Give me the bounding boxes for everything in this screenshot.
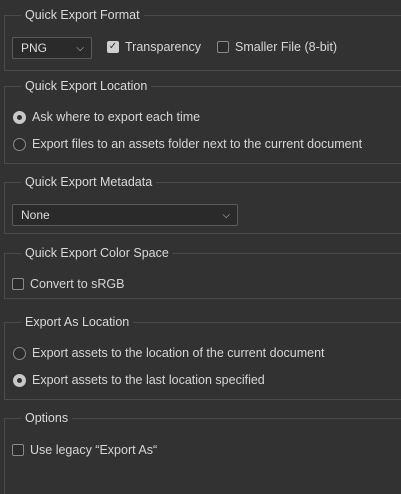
metadata-select-value: None [21,208,50,222]
export-as-location-title: Export As Location [21,315,134,330]
export-as-option-current-document-label: Export assets to the location of the cur… [32,346,325,360]
transparency-label: Transparency [125,40,201,54]
checkbox-unchecked-icon [12,444,24,456]
legacy-export-as-checkbox[interactable]: Use legacy “Export As“ [12,443,157,457]
chevron-down-icon: ⌵ [222,210,230,221]
smaller-file-label: Smaller File (8-bit) [235,40,338,54]
checkbox-unchecked-icon [217,41,229,53]
location-option-assets-folder-label: Export files to an assets folder next to… [32,137,363,151]
location-option-assets-folder[interactable]: Export files to an assets folder next to… [13,137,362,151]
radio-unselected-icon [13,137,26,151]
checkbox-unchecked-icon [12,278,24,290]
quick-export-color-space-title: Quick Export Color Space [21,246,173,261]
transparency-checkbox[interactable]: ✓ Transparency [107,40,201,54]
format-select-value: PNG [21,41,48,55]
radio-selected-icon [13,373,26,387]
convert-srgb-checkbox[interactable]: Convert to sRGB [12,277,124,291]
quick-export-metadata-title: Quick Export Metadata [21,175,157,190]
export-as-location-group: Export As Location [4,315,401,400]
format-select[interactable]: PNG ⌵ [12,37,92,59]
export-as-option-current-document[interactable]: Export assets to the location of the cur… [13,346,325,360]
quick-export-color-space-group: Quick Export Color Space [4,246,401,299]
checkbox-checked-icon: ✓ [107,41,119,53]
export-as-option-last-location[interactable]: Export assets to the last location speci… [13,373,265,387]
radio-unselected-icon [13,346,26,360]
metadata-select[interactable]: None ⌵ [12,204,238,226]
legacy-export-as-label: Use legacy “Export As“ [30,443,158,457]
location-option-ask-label: Ask where to export each time [32,110,201,124]
convert-srgb-label: Convert to sRGB [30,277,125,291]
chevron-down-icon: ⌵ [76,43,84,54]
export-as-option-last-location-label: Export assets to the last location speci… [32,373,265,387]
options-title: Options [21,411,73,426]
quick-export-location-group: Quick Export Location [4,79,401,164]
location-option-ask[interactable]: Ask where to export each time [13,110,200,124]
quick-export-location-title: Quick Export Location [21,79,152,94]
radio-selected-icon [13,110,26,124]
smaller-file-checkbox[interactable]: Smaller File (8-bit) [217,40,337,54]
quick-export-format-title: Quick Export Format [21,8,144,23]
